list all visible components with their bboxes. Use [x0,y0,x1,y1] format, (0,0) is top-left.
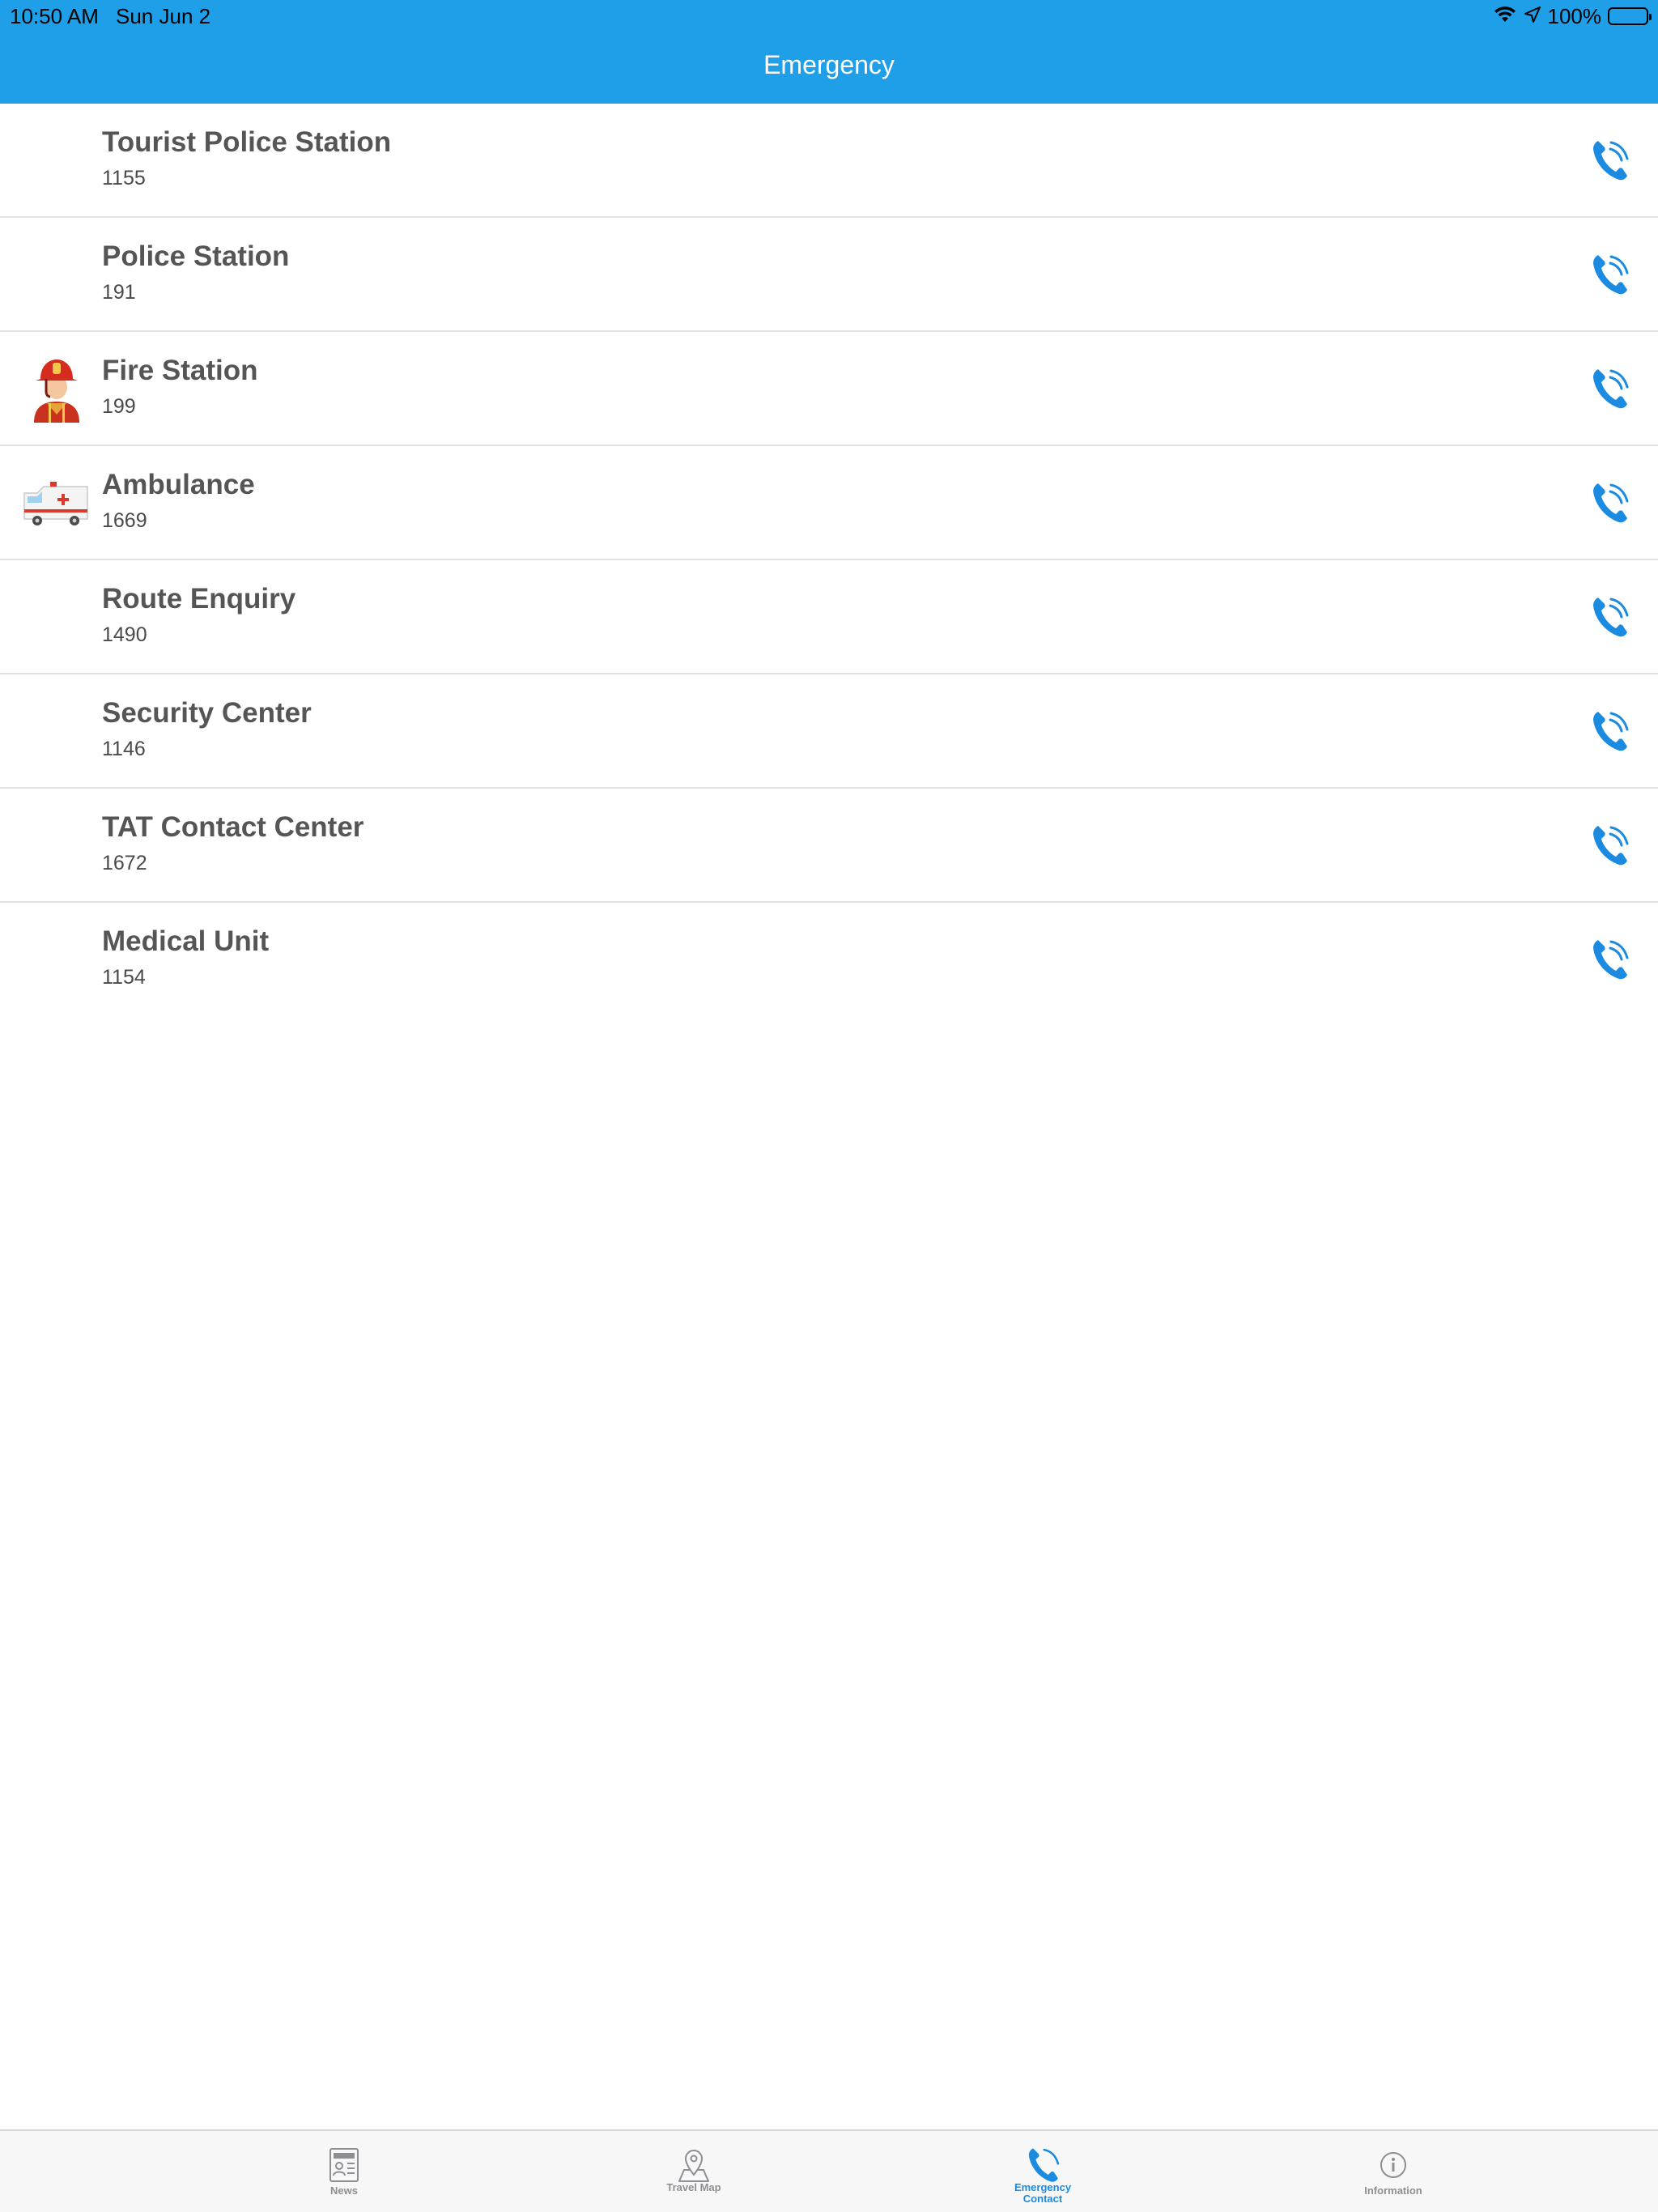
emergency-contact-list: Tourist Police Station 1155 Police Stati… [0,104,1658,1017]
contact-row-ambulance[interactable]: Ambulance 1669 [0,446,1658,560]
page-title: Emergency [763,50,895,79]
status-date: Sun Jun 2 [116,4,211,28]
contact-name: TAT Contact Center [102,811,364,843]
contact-row-tourist-police[interactable]: Tourist Police Station 1155 [0,104,1658,218]
header: 10:50 AM Sun Jun 2 100% Emergency [0,0,1658,104]
tab-news[interactable]: News [263,2131,425,2212]
tab-label: Travel Map [666,2181,721,2193]
status-indicators: 100% [1493,3,1652,29]
phone-icon[interactable] [1587,252,1632,297]
contact-row-tat-contact-center[interactable]: TAT Contact Center 1672 [0,789,1658,903]
contact-name: Police Station [102,240,290,272]
contact-row-police[interactable]: Police Station 191 [0,218,1658,332]
status-bar: 10:50 AM Sun Jun 2 100% [0,0,1658,32]
contact-row-medical-unit[interactable]: Medical Unit 1154 [0,903,1658,1017]
contact-number: 199 [102,395,136,418]
location-arrow-icon [1524,6,1541,28]
contact-name: Ambulance [102,469,255,500]
phone-icon[interactable] [1587,937,1632,982]
phone-icon[interactable] [1587,138,1632,183]
wifi-icon [1493,5,1517,28]
contact-name: Tourist Police Station [102,126,392,158]
contact-number: 1669 [102,509,147,532]
info-icon [1374,2146,1413,2184]
contact-name: Security Center [102,697,312,729]
firefighter-icon [23,355,91,423]
news-icon [325,2146,363,2184]
status-time: 10:50 AM [10,4,99,28]
phone-icon[interactable] [1587,366,1632,411]
map-pin-icon [674,2146,713,2184]
contact-number: 191 [102,281,136,304]
contact-name: Fire Station [102,355,258,386]
contact-row-security-center[interactable]: Security Center 1146 [0,674,1658,789]
contact-name: Route Enquiry [102,583,296,615]
tab-label: News [330,2184,358,2197]
contact-number: 1154 [102,966,146,989]
contact-number: 1155 [102,167,146,189]
phone-icon[interactable] [1587,823,1632,868]
contact-number: 1672 [102,852,147,874]
tab-label: Emergency Contact [1014,2181,1072,2205]
tab-label: Information [1364,2184,1422,2197]
contact-row-route-enquiry[interactable]: Route Enquiry 1490 [0,560,1658,674]
tab-emergency-contact[interactable]: Emergency Contact [962,2131,1124,2212]
phone-icon[interactable] [1587,594,1632,640]
contact-number: 1490 [102,623,147,646]
phone-icon[interactable] [1587,708,1632,754]
battery-icon [1608,7,1652,25]
battery-percentage: 100% [1547,3,1602,28]
tab-travel-map[interactable]: Travel Map [613,2131,775,2212]
tab-bar: News Travel Map Emergency Contact Inform… [0,2129,1658,2212]
contact-number: 1146 [102,738,146,760]
tab-information[interactable]: Information [1312,2131,1474,2212]
phone-icon [1023,2146,1062,2184]
contact-name: Medical Unit [102,925,270,957]
phone-icon[interactable] [1587,480,1632,525]
ambulance-icon [23,469,91,537]
contact-row-fire-station[interactable]: Fire Station 199 [0,332,1658,446]
